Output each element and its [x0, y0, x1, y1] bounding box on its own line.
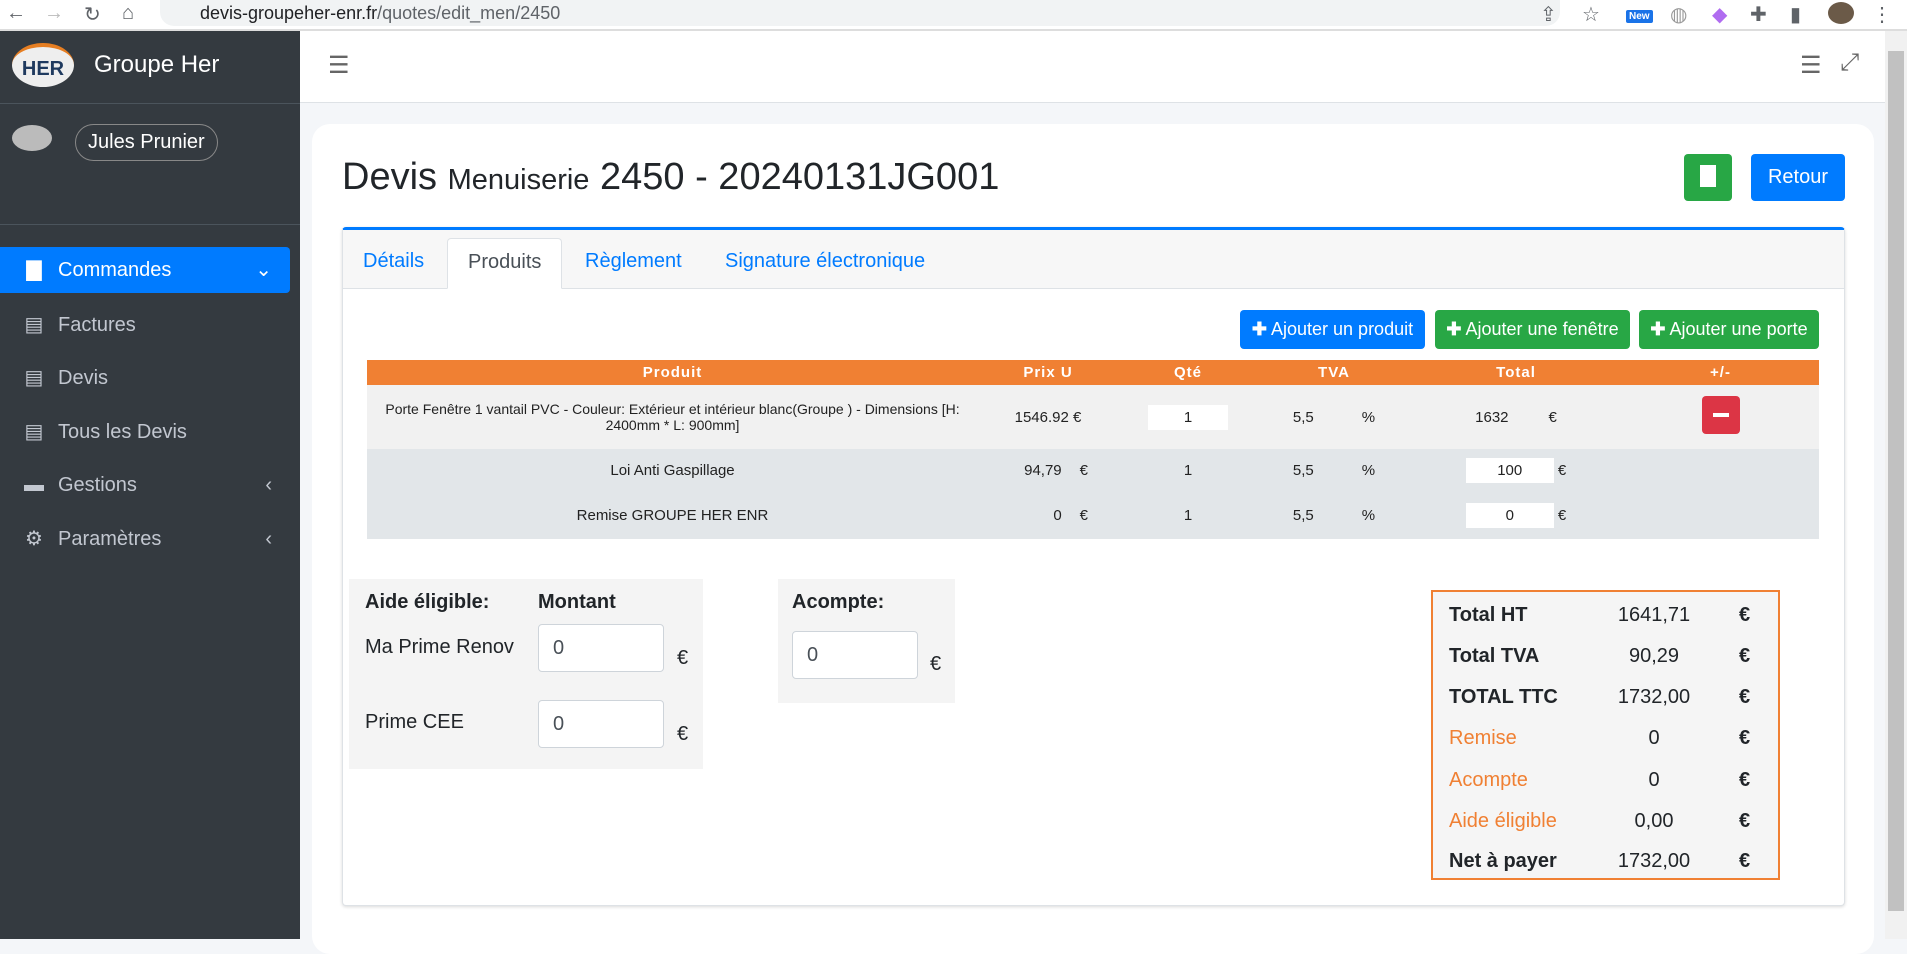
- sidebar-item-commandes[interactable]: ▇ Commandes ⌄: [0, 247, 290, 293]
- sidebar-item-factures[interactable]: ▤ Factures: [0, 302, 290, 348]
- acompte-input[interactable]: 0: [792, 631, 918, 679]
- col-total: Total: [1410, 360, 1622, 385]
- hamburger-icon[interactable]: ☰: [328, 51, 350, 80]
- unit-price: 94,79: [1024, 462, 1062, 479]
- logo[interactable]: HER: [12, 43, 74, 87]
- line-total: 1632: [1475, 408, 1509, 426]
- file-text-icon: ▤: [24, 421, 44, 443]
- tab-bar: Détails Produits Règlement Signature éle…: [343, 230, 1844, 289]
- sidebar-item-parametres[interactable]: ⚙ Paramètres ‹: [0, 516, 290, 562]
- file-icon: ▇: [26, 259, 42, 281]
- add-door-button[interactable]: ✚ Ajouter une porte: [1639, 310, 1819, 349]
- page-title: Devis Menuiserie 2450 - 20240131JG001: [342, 156, 1000, 198]
- star-icon[interactable]: ☆: [1582, 2, 1600, 27]
- add-window-button[interactable]: ✚ Ajouter une fenêtre: [1435, 310, 1630, 349]
- globe-icon[interactable]: ◍: [1670, 2, 1687, 27]
- forward-icon[interactable]: →: [44, 2, 64, 25]
- share-icon[interactable]: ⇪: [1540, 2, 1557, 27]
- unit-price: 0: [1053, 507, 1062, 524]
- table-row: Loi Anti Gaspillage 94,79 € 1 5,5% 100 €: [367, 449, 1819, 492]
- extension-icon[interactable]: ◆: [1712, 2, 1727, 27]
- aide-panel: Aide éligible: Montant Ma Prime Renov 0 …: [349, 579, 703, 769]
- retour-button[interactable]: Retour: [1751, 154, 1845, 201]
- total-input[interactable]: 100: [1465, 458, 1554, 483]
- remise-row: Remise 0 €: [1449, 727, 1751, 749]
- col-tva: TVA: [1258, 360, 1410, 385]
- sidebar-item-gestions[interactable]: ▬ Gestions ‹: [0, 462, 290, 508]
- tab-details[interactable]: Détails: [343, 238, 444, 289]
- menu-dots-icon[interactable]: ⋮: [1872, 2, 1892, 27]
- user-name[interactable]: Jules Prunier: [75, 124, 218, 161]
- brand-name[interactable]: Groupe Her: [94, 51, 219, 79]
- products-table: Produit Prix U Qté TVA Total +/- Porte F…: [367, 360, 1819, 539]
- extension-badge[interactable]: New: [1626, 10, 1653, 23]
- total-ht-row: Total HT 1641,71 €: [1449, 604, 1751, 626]
- plus-icon: ✚: [1251, 319, 1267, 339]
- tva-value: 5,5: [1292, 408, 1314, 426]
- home-icon[interactable]: ⌂: [122, 2, 134, 25]
- reload-icon[interactable]: ↻: [84, 2, 101, 27]
- chevron-down-icon: ⌄: [255, 259, 272, 281]
- col-produit: Produit: [367, 360, 978, 385]
- acompte-panel: Acompte: 0 €: [778, 579, 955, 703]
- fullscreen-icon[interactable]: ⤢: [1840, 49, 1859, 77]
- plus-icon: ✚: [1446, 319, 1462, 339]
- pdf-button[interactable]: [1684, 154, 1732, 201]
- user-avatar: [12, 125, 52, 151]
- divider: [0, 103, 300, 104]
- acompte-row: Acompte 0 €: [1449, 769, 1751, 791]
- store-icon: ▬: [24, 474, 44, 496]
- browser-toolbar: ← → ↻ ⌂ devis-groupeher-enr.fr/quotes/ed…: [0, 0, 1907, 31]
- invoice-icon: ▤: [24, 314, 44, 336]
- sidepanel-icon[interactable]: ▮: [1790, 2, 1801, 27]
- totals-box: Total HT 1641,71 € Total TVA 90,29 € TOTAL T…: [1431, 590, 1780, 880]
- profile-avatar[interactable]: [1828, 2, 1854, 24]
- total-ttc-row: TOTAL TTC 1732,00 €: [1449, 686, 1751, 708]
- qty-value: 1: [1118, 492, 1258, 539]
- remove-line-button[interactable]: [1701, 396, 1740, 434]
- total-input[interactable]: 0: [1465, 503, 1554, 528]
- col-qte: Qté: [1118, 360, 1258, 385]
- address-bar[interactable]: devis-groupeher-enr.fr/quotes/edit_men/2…: [160, 0, 1560, 26]
- chevron-left-icon: ‹: [265, 528, 272, 550]
- file-text-icon: ▤: [24, 367, 44, 389]
- plus-icon: ✚: [1650, 319, 1666, 339]
- tab-reglement[interactable]: Règlement: [565, 238, 702, 289]
- list-icon[interactable]: ☰: [1800, 51, 1822, 80]
- ma-prime-renov-input[interactable]: 0: [538, 624, 664, 672]
- unit-price: 1546.92 €: [978, 385, 1118, 449]
- table-row: Remise GROUPE HER ENR 0 € 1 5,5% 0 €: [367, 492, 1819, 539]
- col-actions: +/-: [1622, 360, 1819, 385]
- sidebar-item-devis[interactable]: ▤ Devis: [0, 355, 290, 401]
- tab-signature[interactable]: Signature électronique: [705, 238, 945, 289]
- product-name: Porte Fenêtre 1 vantail PVC - Couleur: E…: [367, 385, 978, 449]
- product-name: Remise GROUPE HER ENR: [367, 492, 978, 539]
- table-header: Produit Prix U Qté TVA Total +/-: [367, 360, 1819, 385]
- pdf-icon: [1700, 165, 1716, 187]
- gear-icon: ⚙: [25, 528, 43, 550]
- total-tva-row: Total TVA 90,29 €: [1449, 645, 1751, 667]
- net-a-payer-row: Net à payer 1732,00 €: [1449, 850, 1751, 872]
- back-icon[interactable]: ←: [6, 2, 26, 25]
- puzzle-icon[interactable]: ✚: [1750, 2, 1767, 27]
- product-name: Loi Anti Gaspillage: [367, 449, 978, 492]
- qty-value: 1: [1118, 449, 1258, 492]
- tab-produits[interactable]: Produits: [447, 238, 563, 289]
- sidebar-item-tous-les-devis[interactable]: ▤ Tous les Devis: [0, 409, 290, 455]
- divider: [0, 224, 300, 225]
- top-navbar: ☰ ☰ ⤢: [300, 31, 1885, 103]
- sidebar: HER Groupe Her Jules Prunier ▇ Commandes ⌄…: [0, 31, 300, 939]
- scrollbar[interactable]: [1885, 31, 1907, 939]
- qty-input[interactable]: 1: [1148, 404, 1228, 430]
- prime-cee-input[interactable]: 0: [538, 700, 664, 748]
- aide-row: Aide éligible 0,00 €: [1449, 810, 1751, 832]
- table-row: Porte Fenêtre 1 vantail PVC - Couleur: E…: [367, 385, 1819, 449]
- chevron-left-icon: ‹: [265, 474, 272, 496]
- add-product-button[interactable]: ✚ Ajouter un produit: [1240, 310, 1425, 349]
- col-prix: Prix U: [978, 360, 1118, 385]
